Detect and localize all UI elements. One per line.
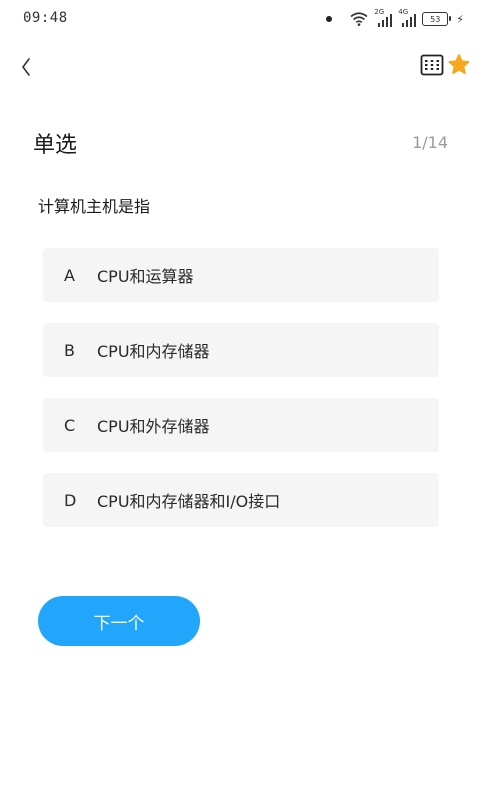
battery-icon: 53 [422,12,452,26]
star-icon [448,54,470,75]
option-b[interactable]: B CPU和内存储器 [43,323,439,377]
question-type: 单选 [33,133,78,158]
answer-sheet-button[interactable] [420,54,444,76]
option-a[interactable]: A CPU和运算器 [43,248,439,302]
option-text: CPU和内存储器和I/O接口 [97,492,281,511]
next-button[interactable]: 下一个 [38,596,200,646]
answer-sheet-icon [420,54,444,76]
back-button[interactable] [12,52,40,82]
option-letter: A [64,265,75,285]
notification-dot-icon [326,16,333,22]
battery-level: 53 [430,14,441,24]
wifi-icon [350,12,368,26]
favorite-button[interactable] [447,53,471,77]
status-bar: 09:48 2G 4G 53 ⚡ [0,0,480,40]
status-icons: 2G 4G 53 ⚡ [326,8,464,29]
chevron-left-icon [22,58,30,76]
question-progress: 1/14 [412,133,448,152]
charging-icon: ⚡ [456,12,464,26]
options-list: A CPU和运算器 B CPU和内存储器 C CPU和外存储器 D CPU和内存… [43,248,439,548]
signal-4g-icon: 4G [398,8,417,27]
question-text: 计算机主机是指 [38,197,151,216]
option-text: CPU和运算器 [97,267,194,286]
option-c[interactable]: C CPU和外存储器 [43,398,439,452]
option-letter: C [64,415,76,435]
option-letter: D [64,490,77,510]
status-time: 09:48 [23,10,68,26]
signal-2g-icon: 2G [374,8,393,27]
option-text: CPU和内存储器 [97,342,210,361]
option-letter: B [64,340,75,360]
option-text: CPU和外存储器 [97,417,210,436]
option-d[interactable]: D CPU和内存储器和I/O接口 [43,473,439,527]
